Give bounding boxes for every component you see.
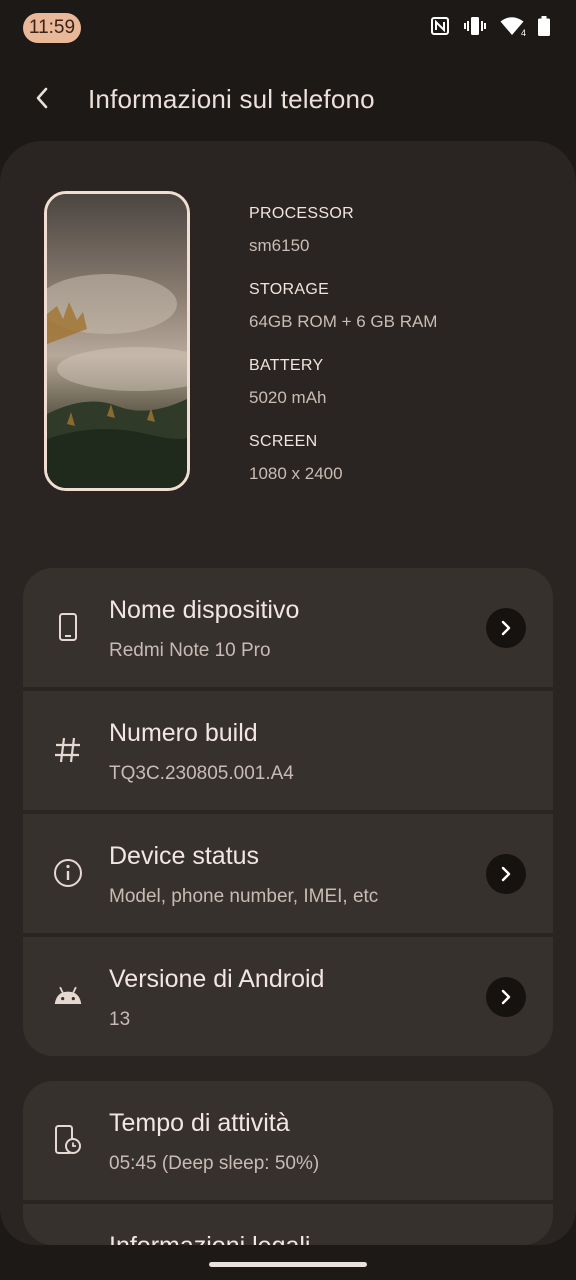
chevron-right-button[interactable] [486,854,526,894]
status-bar: 11:59 4 [0,0,576,56]
spec-label: PROCESSOR [249,205,354,222]
item-subtitle: 13 [109,1009,131,1030]
phone-clock-icon [53,1123,83,1157]
chevron-right-icon [501,989,511,1005]
spec-label: BATTERY [249,357,324,374]
item-subtitle: TQ3C.230805.001.A4 [109,763,294,784]
spec-battery: BATTERY 5020 mAh [249,357,437,433]
build-number-item[interactable]: Numero build TQ3C.230805.001.A4 [23,691,553,810]
gesture-nav-handle[interactable] [209,1262,367,1267]
wifi-icon: 4 [500,16,526,38]
item-title: Versione di Android [109,965,325,993]
item-title: Tempo di attività [109,1109,290,1137]
device-name-item[interactable]: Nome dispositivo Redmi Note 10 Pro [23,568,553,687]
item-subtitle: Model, phone number, IMEI, etc [109,886,379,907]
chevron-right-icon [501,620,511,636]
spec-value: 64GB ROM + 6 GB RAM [249,312,438,331]
back-arrow-icon [34,86,50,115]
status-icons: 4 [430,16,550,38]
spec-label: SCREEN [249,433,318,450]
info-icon [53,856,83,890]
hash-icon [53,733,83,767]
uptime-item[interactable]: Tempo di attività 05:45 (Deep sleep: 50%… [23,1081,553,1200]
item-title: Device status [109,842,260,870]
chevron-right-button[interactable] [486,608,526,648]
chevron-right-icon [501,866,511,882]
settings-group-1: Nome dispositivo Redmi Note 10 Pro Numer… [23,568,553,1056]
specs-list: PROCESSOR sm6150 STORAGE 64GB ROM + 6 GB… [249,205,437,509]
spec-value: 1080 x 2400 [249,464,343,483]
spec-processor: PROCESSOR sm6150 [249,205,437,281]
battery-icon [538,16,550,36]
spec-value: 5020 mAh [249,388,327,407]
spec-label: STORAGE [249,281,330,298]
wifi-badge: 4 [520,28,526,38]
spec-screen: SCREEN 1080 x 2400 [249,433,437,509]
settings-group-2: Tempo di attività 05:45 (Deep sleep: 50%… [23,1081,553,1245]
item-title: Informazioni legali [109,1232,311,1245]
chevron-right-button[interactable] [486,977,526,1017]
page-title: Informazioni sul telefono [88,84,375,114]
android-version-item[interactable]: Versione di Android 13 [23,937,553,1056]
vibrate-icon [464,16,486,36]
item-title: Numero build [109,719,258,747]
item-subtitle: 05:45 (Deep sleep: 50%) [109,1153,320,1174]
back-button[interactable] [24,82,60,118]
phone-preview-image [44,191,190,491]
nfc-icon [430,16,450,36]
android-icon [53,979,83,1013]
device-status-item[interactable]: Device status Model, phone number, IMEI,… [23,814,553,933]
phone-icon [53,610,83,644]
item-title: Nome dispositivo [109,596,300,624]
spec-storage: STORAGE 64GB ROM + 6 GB RAM [249,281,437,357]
item-subtitle: Redmi Note 10 Pro [109,640,271,661]
legal-info-item[interactable]: Informazioni legali [23,1204,553,1245]
clock: 11:59 [23,13,81,43]
spec-value: sm6150 [249,236,310,255]
